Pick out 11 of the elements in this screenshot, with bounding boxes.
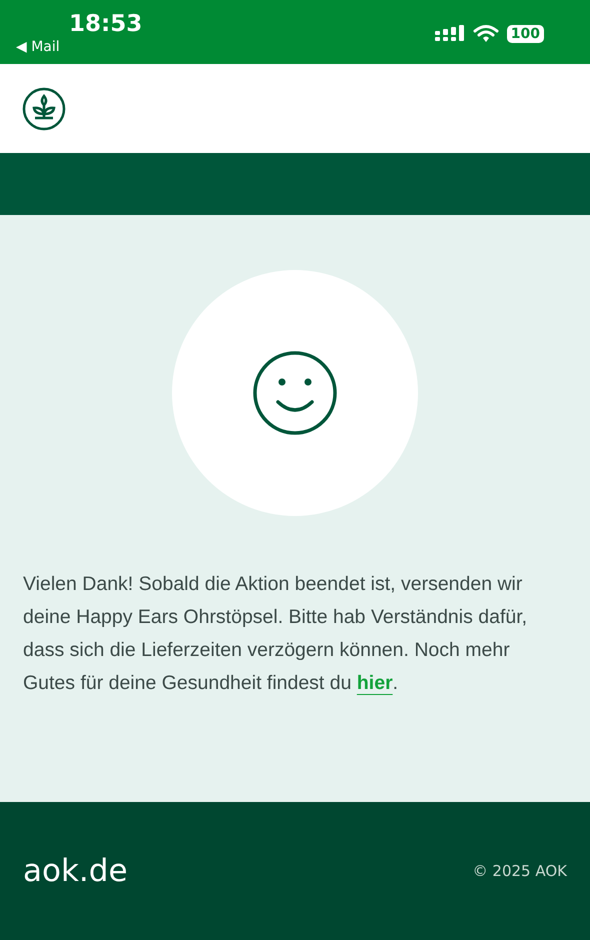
hier-link[interactable]: hier — [356, 672, 393, 694]
copyright-text: © 2025 AOK — [472, 862, 567, 880]
wifi-icon — [472, 24, 499, 43]
confirmation-text: Vielen Dank! Sobald die Aktion beendet ist, versenden wir deine Happy Ears Ohrstöpsel. Bitte hab Verständnis dafür, dass sich die Lieferzeiten verzögern können. Noch mehr Gutes für deine Gesundheit findest du hier. — [23, 572, 528, 696]
status-time: 18:53 — [69, 10, 142, 38]
back-link[interactable]: ◀ Mail — [16, 38, 142, 56]
smiley-icon — [252, 350, 338, 436]
signal-icon — [434, 24, 465, 42]
footer-domain: aok.de — [23, 853, 128, 889]
tree-logo-icon — [22, 86, 66, 130]
battery-icon: 100 — [506, 24, 544, 42]
